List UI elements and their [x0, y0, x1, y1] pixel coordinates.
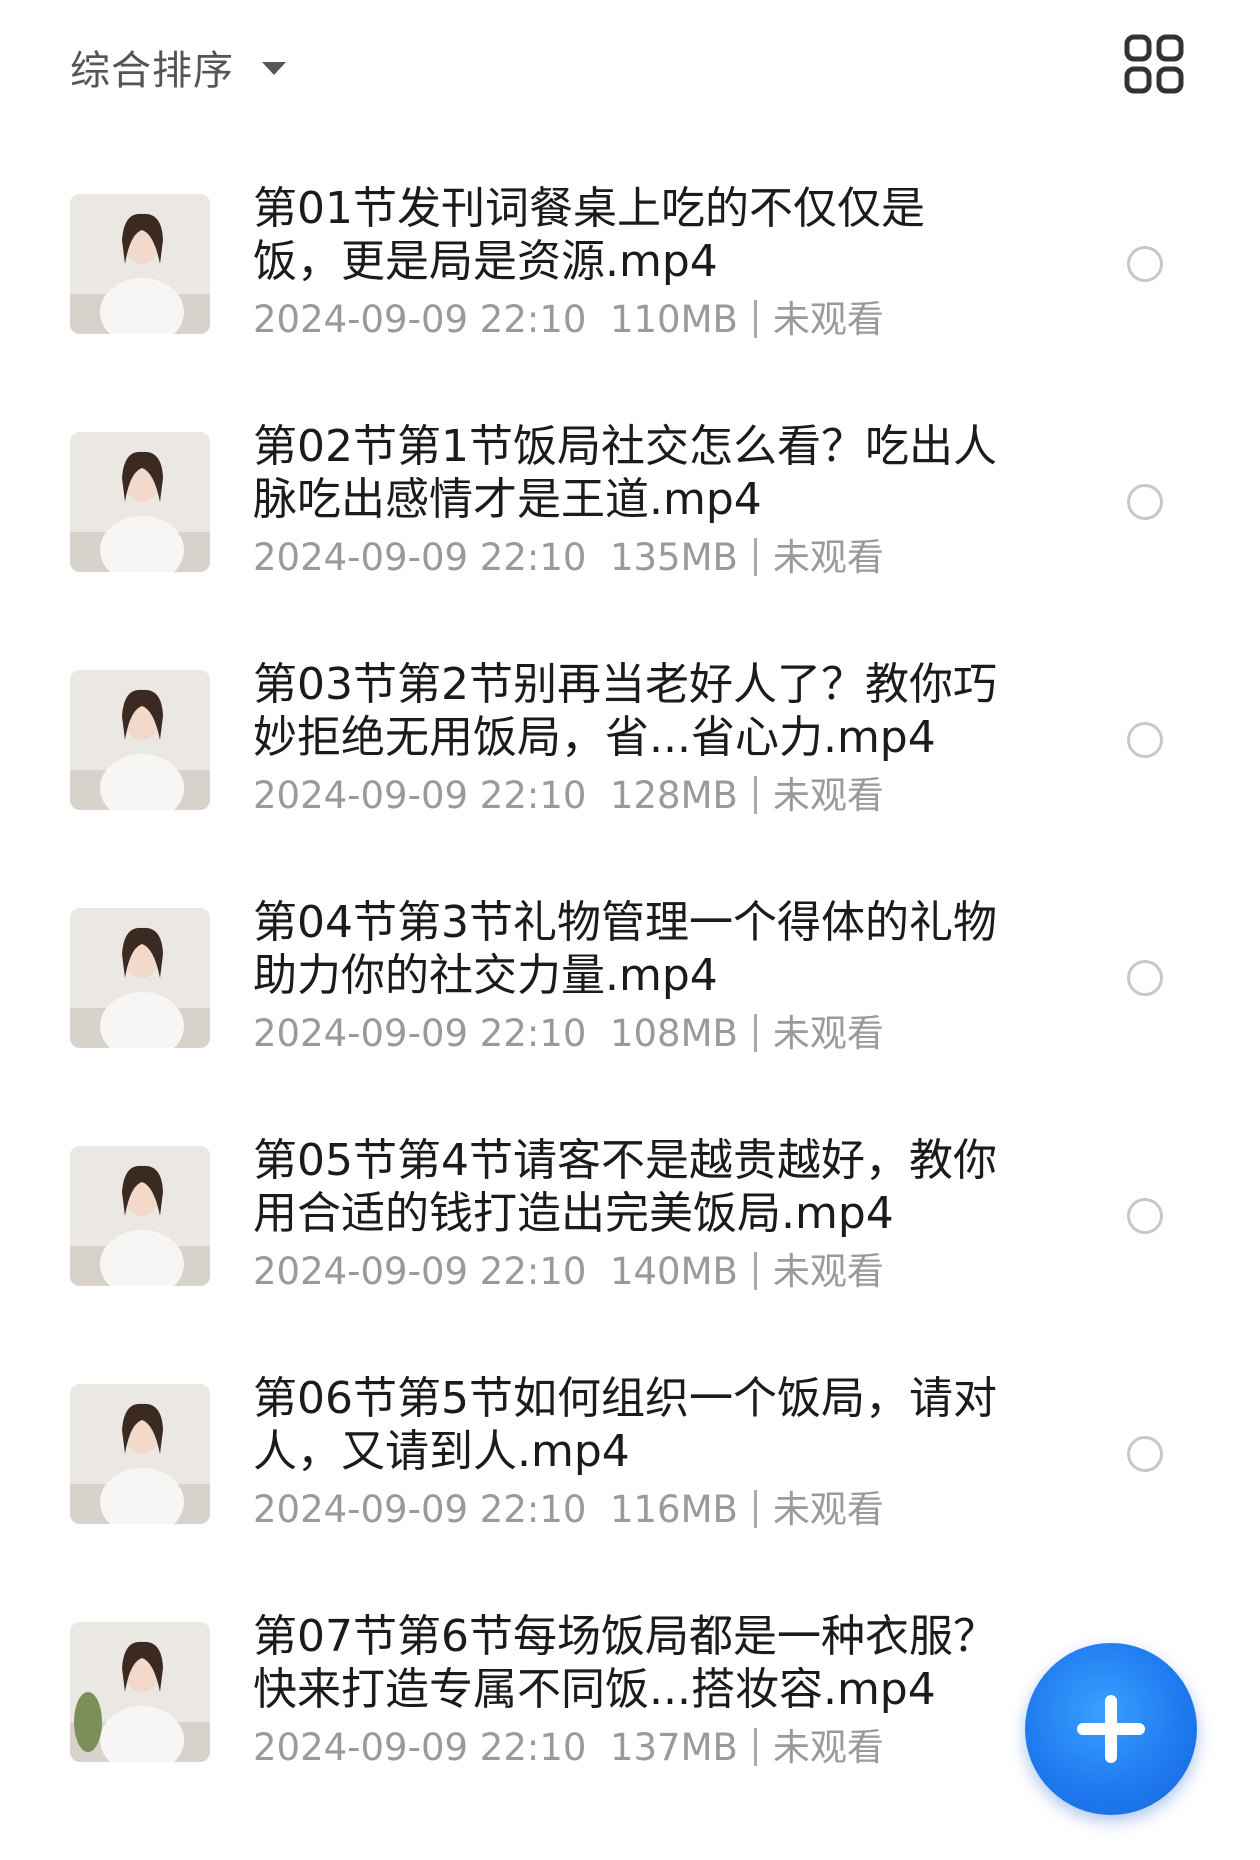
watch-status: 未观看 — [772, 774, 884, 817]
file-size: 135MB — [609, 536, 738, 579]
file-meta: 2024-09-09 22:10 116MB 未观看 — [253, 1486, 884, 1534]
watch-status: 未观看 — [772, 1012, 884, 1055]
file-size: 108MB — [609, 1012, 738, 1055]
meta-divider — [753, 776, 757, 814]
video-thumbnail — [70, 432, 210, 572]
watch-status: 未观看 — [772, 1726, 884, 1769]
watch-status: 未观看 — [772, 298, 884, 341]
meta-divider — [753, 1728, 757, 1766]
file-meta: 2024-09-09 22:10 135MB 未观看 — [253, 534, 884, 582]
select-radio[interactable] — [1127, 484, 1163, 520]
grid-view-icon[interactable] — [1124, 34, 1184, 94]
watch-status: 未观看 — [772, 1250, 884, 1293]
meta-divider — [753, 538, 757, 576]
select-radio[interactable] — [1127, 960, 1163, 996]
select-radio[interactable] — [1127, 1198, 1163, 1234]
file-size: 128MB — [609, 774, 738, 817]
file-meta: 2024-09-09 22:10 140MB 未观看 — [253, 1248, 884, 1296]
video-thumbnail — [70, 1384, 210, 1524]
video-thumbnail — [70, 908, 210, 1048]
file-title: 第04节第3节礼物管理一个得体的礼物助力你的社交力量.mp4 — [253, 897, 997, 1001]
list-item[interactable]: 第05节第4节请客不是越贵越好，教你用合适的钱打造出完美饭局.mp4 2024-… — [0, 1130, 1260, 1368]
file-date: 2024-09-09 22:10 — [253, 774, 587, 817]
list-item[interactable]: 第03节第2节别再当老好人了？教你巧妙拒绝无用饭局，省...省心力.mp4 20… — [0, 654, 1260, 892]
watch-status: 未观看 — [772, 536, 884, 579]
file-meta: 2024-09-09 22:10 128MB 未观看 — [253, 772, 884, 820]
video-file-list: 第01节发刊词餐桌上吃的不仅仅是饭，更是局是资源.mp4 2024-09-09 … — [0, 178, 1260, 1844]
video-thumbnail — [70, 1146, 210, 1286]
meta-divider — [753, 1014, 757, 1052]
meta-divider — [753, 1252, 757, 1290]
file-date: 2024-09-09 22:10 — [253, 1726, 587, 1769]
file-size: 116MB — [609, 1488, 738, 1531]
file-title: 第05节第4节请客不是越贵越好，教你用合适的钱打造出完美饭局.mp4 — [253, 1135, 997, 1239]
video-thumbnail — [70, 1622, 210, 1762]
watch-status: 未观看 — [772, 1488, 884, 1531]
file-size: 137MB — [609, 1726, 738, 1769]
file-meta: 2024-09-09 22:10 137MB 未观看 — [253, 1724, 884, 1772]
file-date: 2024-09-09 22:10 — [253, 1250, 587, 1293]
caret-down-icon — [262, 61, 286, 75]
list-item[interactable]: 第01节发刊词餐桌上吃的不仅仅是饭，更是局是资源.mp4 2024-09-09 … — [0, 178, 1260, 416]
meta-divider — [753, 300, 757, 338]
file-title: 第01节发刊词餐桌上吃的不仅仅是饭，更是局是资源.mp4 — [253, 183, 925, 287]
file-size: 140MB — [609, 1250, 738, 1293]
add-fab-button[interactable] — [1025, 1643, 1197, 1815]
file-title: 第02节第1节饭局社交怎么看？吃出人脉吃出感情才是王道.mp4 — [253, 421, 997, 525]
file-title: 第06节第5节如何组织一个饭局，请对人，又请到人.mp4 — [253, 1373, 997, 1477]
select-radio[interactable] — [1127, 1436, 1163, 1472]
sort-dropdown[interactable]: 综合排序 — [70, 38, 286, 96]
plus-icon-stroke — [1105, 1695, 1117, 1763]
file-title: 第03节第2节别再当老好人了？教你巧妙拒绝无用饭局，省...省心力.mp4 — [253, 659, 997, 763]
file-date: 2024-09-09 22:10 — [253, 1012, 587, 1055]
list-header: 综合排序 — [0, 0, 1260, 130]
sort-label: 综合排序 — [70, 48, 234, 94]
file-size: 110MB — [609, 298, 738, 341]
file-title: 第07节第6节每场饭局都是一种衣服？快来打造专属不同饭...搭妆容.mp4 — [253, 1611, 997, 1715]
video-thumbnail — [70, 670, 210, 810]
list-item[interactable]: 第04节第3节礼物管理一个得体的礼物助力你的社交力量.mp4 2024-09-0… — [0, 892, 1260, 1130]
file-meta: 2024-09-09 22:10 108MB 未观看 — [253, 1010, 884, 1058]
file-date: 2024-09-09 22:10 — [253, 1488, 587, 1531]
video-thumbnail — [70, 194, 210, 334]
file-list-page: 综合排序 第01节发刊词餐桌上吃的不仅仅是饭，更是局是资源.mp4 2024-0… — [0, 0, 1260, 1860]
file-date: 2024-09-09 22:10 — [253, 298, 587, 341]
select-radio[interactable] — [1127, 246, 1163, 282]
select-radio[interactable] — [1127, 722, 1163, 758]
list-item[interactable]: 第06节第5节如何组织一个饭局，请对人，又请到人.mp4 2024-09-09 … — [0, 1368, 1260, 1606]
file-meta: 2024-09-09 22:10 110MB 未观看 — [253, 296, 884, 344]
meta-divider — [753, 1490, 757, 1528]
file-date: 2024-09-09 22:10 — [253, 536, 587, 579]
list-item[interactable]: 第02节第1节饭局社交怎么看？吃出人脉吃出感情才是王道.mp4 2024-09-… — [0, 416, 1260, 654]
